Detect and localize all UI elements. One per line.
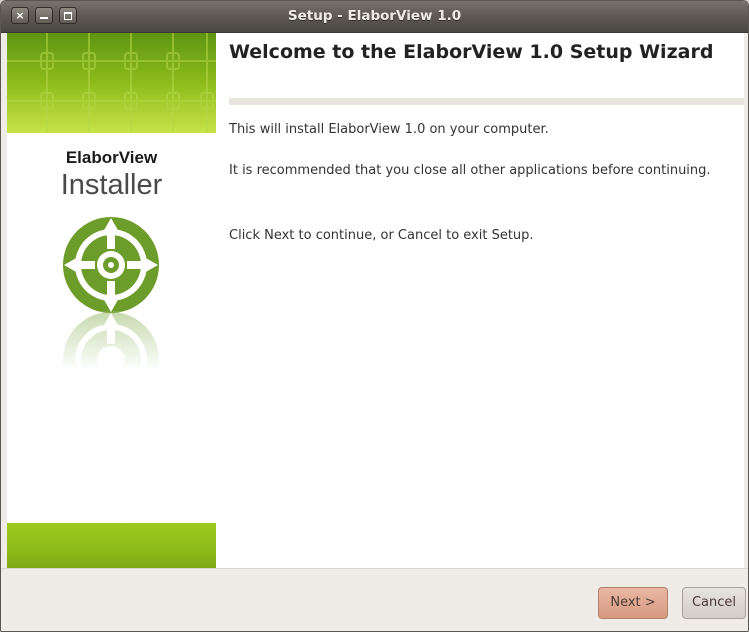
close-apps-message: It is recommended that you close all oth…	[229, 163, 711, 178]
sidebar-bottom-band	[7, 523, 216, 568]
wizard-sidebar: ElaborView Installer	[7, 33, 216, 568]
install-message: This will install ElaborView 1.0 on your…	[229, 122, 549, 137]
product-label: Installer	[60, 169, 163, 201]
window-title: Setup - ElaborView 1.0	[287, 8, 462, 24]
cancel-button[interactable]: Cancel	[682, 587, 746, 619]
logo-reflection-graphic	[62, 311, 160, 371]
elaborview-logo-icon	[63, 217, 159, 313]
circuit-banner-graphic	[7, 33, 216, 133]
wizard-main-panel: Welcome to the ElaborView 1.0 Setup Wiza…	[216, 33, 744, 568]
next-button[interactable]: Next >	[598, 587, 668, 619]
brand-name: ElaborView	[65, 148, 158, 167]
page-title: Welcome to the ElaborView 1.0 Setup Wiza…	[229, 41, 714, 63]
instructions-message: Click Next to continue, or Cancel to exi…	[229, 228, 534, 243]
wizard-content: ElaborView Installer Welcome to the Elab…	[7, 33, 744, 568]
button-bar: Next > Cancel	[1, 568, 748, 631]
title-bar[interactable]: × Setup - ElaborView 1.0	[1, 1, 748, 33]
heading-divider	[229, 98, 744, 105]
setup-wizard-window: × Setup - ElaborView 1.0 ElaborView Inst…	[0, 0, 749, 632]
